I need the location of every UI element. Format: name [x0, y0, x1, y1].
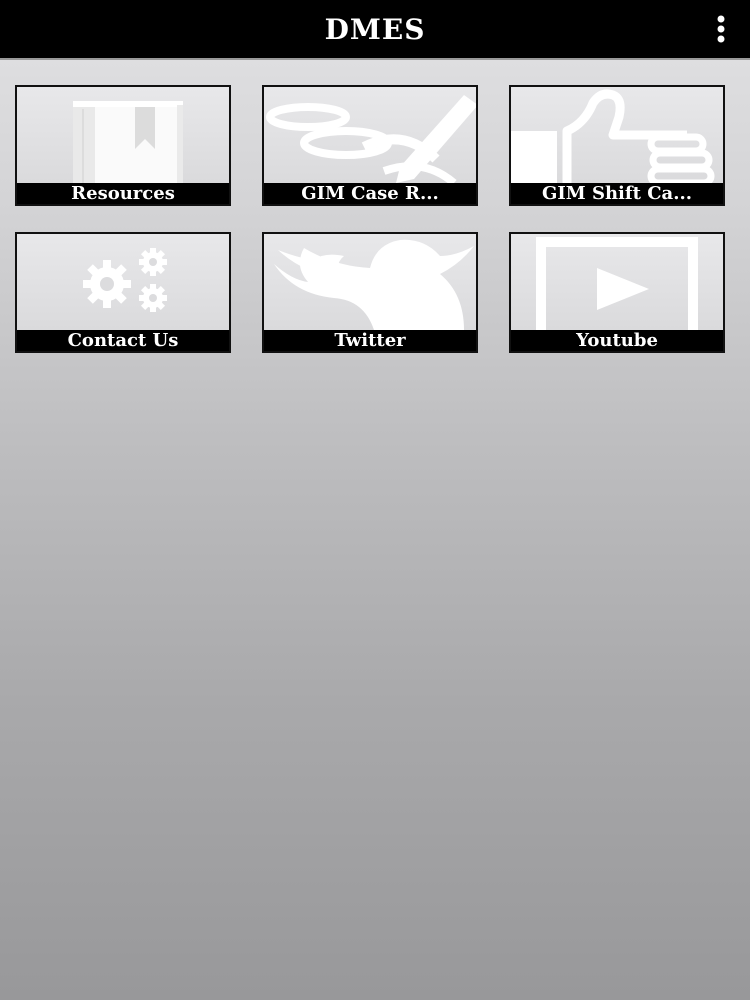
overflow-menu-button[interactable]	[714, 14, 728, 44]
tile-resources[interactable]: Resources	[15, 85, 231, 206]
tile-label: Youtube	[511, 330, 723, 351]
tile-youtube[interactable]: Youtube	[509, 232, 725, 353]
tile-label: GIM Shift Ca...	[511, 183, 723, 204]
twitter-bird-icon	[274, 239, 474, 330]
thumbs-up-icon	[511, 89, 715, 183]
tile-label: Twitter	[264, 330, 476, 351]
tile-gim-shift-ca[interactable]: GIM Shift Ca...	[509, 85, 725, 206]
play-button-icon	[536, 237, 698, 330]
tile-gim-case-r[interactable]: GIM Case R...	[262, 85, 478, 206]
tile-label: Contact Us	[17, 330, 229, 351]
tile-label: Resources	[17, 183, 229, 204]
pen-writing-icon	[266, 95, 476, 183]
kebab-menu-icon	[717, 15, 725, 43]
tile-label: GIM Case R...	[264, 183, 476, 204]
tile-twitter[interactable]: Twitter	[262, 232, 478, 353]
app-header: DMES	[0, 0, 750, 60]
bookmark-book-icon	[73, 101, 183, 183]
tile-contact-us[interactable]: Contact Us	[15, 232, 231, 353]
gears-icon	[83, 248, 167, 312]
app-title: DMES	[324, 13, 426, 46]
